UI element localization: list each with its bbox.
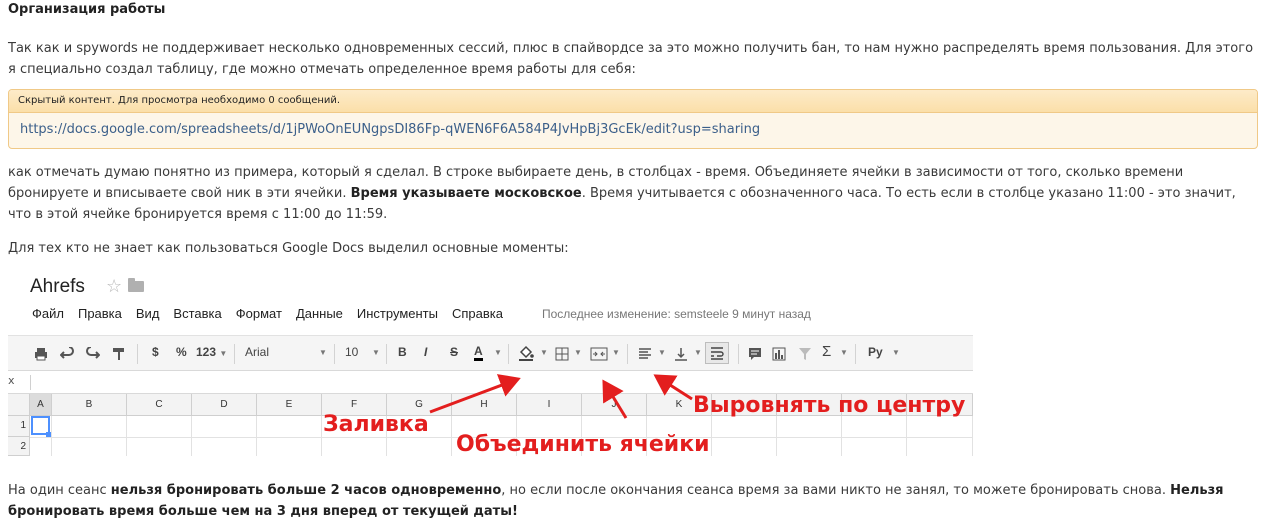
annotation-fill: Заливка [323,412,429,437]
instructions-paragraph: как отмечать думаю понятно из примера, к… [8,162,1256,225]
rules-text-2: , но если после окончания сеанса время з… [501,483,1171,498]
rules-bold-1: нельзя бронировать больше 2 часов одновр… [110,483,502,498]
hidden-content-header: Скрытый контент. Для просмотра необходим… [9,90,1257,113]
annotation-align: Выровнять по центру [693,393,966,418]
rules-text-1: На один сеанс [8,483,111,498]
annotation-merge: Объединить ячейки [456,432,710,456]
spreadsheet-link[interactable]: https://docs.google.com/spreadsheets/d/1… [9,113,1257,137]
post-heading: Организация работы [8,2,166,17]
howto-paragraph: Для тех кто не знает как пользоваться Go… [8,241,569,256]
annotation-arrows [429,374,693,419]
intro-paragraph: Так как и spywords не поддерживает неско… [8,41,1254,77]
hidden-content-box: Скрытый контент. Для просмотра необходим… [8,89,1258,149]
spreadsheet-screenshot: Ahrefs ☆ Файл Правка Вид Вставка Формат Данны… [8,262,973,456]
arrow-to-merge [602,379,628,419]
arrow-to-align [653,374,693,401]
arrow-to-fill [429,374,521,414]
instructions-bold: Время указываете московское [350,186,582,201]
rules-paragraph: На один сеанс нельзя бронировать больше … [8,480,1256,522]
